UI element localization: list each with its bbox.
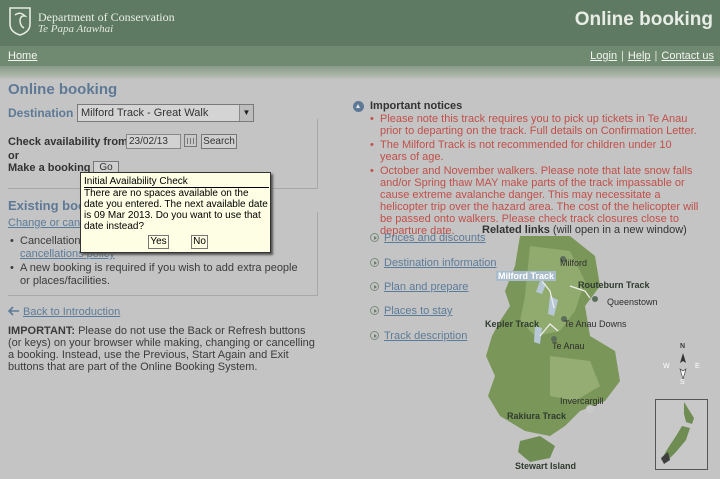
related-link-label: Destination information — [384, 257, 497, 269]
site-header: Department of Conservation Te Papa Atawh… — [0, 0, 720, 46]
notices-title: Important notices — [370, 100, 463, 112]
related-link-destination[interactable]: Destination information — [370, 257, 497, 269]
availability-dialog: Initial Availability Check There are no … — [80, 172, 271, 253]
map-label-kepler-track[interactable]: Kepler Track — [485, 319, 539, 329]
compass-icon: N S E W — [655, 343, 705, 389]
notice-up-icon[interactable] — [353, 101, 364, 112]
date-input[interactable]: 23/02/13 — [126, 134, 181, 149]
nav-separator: | — [654, 50, 658, 62]
nav-right-links: Login | Help | Contact us — [590, 50, 714, 62]
related-links-title: Related links (will open in a new window… — [482, 224, 687, 236]
notice-item: The Milford Track is not recommended for… — [370, 139, 700, 163]
related-link-prices[interactable]: Prices and discounts — [370, 232, 486, 244]
related-links-heading: Related links — [482, 224, 550, 236]
nav-login-link[interactable]: Login — [590, 50, 617, 62]
dialog-message: There are no spaces available on the dat… — [84, 188, 268, 232]
related-link-label: Places to stay — [384, 305, 453, 317]
compass-west: W — [663, 363, 670, 370]
arrow-right-icon — [370, 258, 379, 267]
notice-item: Please note this track requires you to p… — [370, 113, 700, 137]
or-label: or — [8, 150, 19, 162]
destination-select[interactable]: Milford Track - Great Walk ▼ — [77, 104, 254, 122]
map-label-milford-track[interactable]: Milford Track — [496, 271, 557, 281]
map-label-te-anau: Te Anau — [552, 341, 585, 351]
back-arrow-icon — [8, 306, 19, 316]
compass-north: N — [680, 343, 686, 350]
compass-east: E — [695, 363, 700, 370]
map-label-te-anau-downs: Te Anau Downs — [564, 319, 627, 329]
destination-label: Destination — [8, 106, 74, 120]
org-maori-name: Te Papa Atawhai — [38, 23, 114, 35]
back-to-introduction-link[interactable]: Back to Introduction — [23, 306, 120, 318]
dialog-title: Initial Availability Check — [84, 176, 269, 188]
check-availability-label: Check availability from — [8, 136, 128, 148]
arrow-right-icon — [370, 306, 379, 315]
related-link-label: Plan and prepare — [384, 281, 469, 293]
doc-logo-icon — [9, 7, 31, 36]
compass-south: S — [680, 379, 685, 386]
notices-list: Please note this track requires you to p… — [370, 113, 700, 239]
make-booking-label: Make a booking — [8, 162, 91, 174]
destination-selected-value: Milford Track - Great Walk — [81, 107, 209, 119]
yes-button[interactable]: Yes — [148, 235, 169, 249]
nav-contact-link[interactable]: Contact us — [661, 50, 714, 62]
important-label: IMPORTANT: — [8, 325, 76, 337]
map-label-rakiura-track[interactable]: Rakiura Track — [507, 411, 566, 421]
arrow-right-icon — [370, 233, 379, 242]
nav-home-link[interactable]: Home — [8, 50, 37, 62]
page-title: Online booking — [8, 81, 118, 98]
map-label-routeburn-track[interactable]: Routeburn Track — [578, 280, 650, 290]
nav-bar: Home Login | Help | Contact us — [0, 46, 720, 66]
no-button[interactable]: No — [191, 235, 208, 249]
related-link-plan[interactable]: Plan and prepare — [370, 281, 468, 293]
map-label-invercargill: Invercargill — [560, 396, 604, 406]
nav-separator: | — [621, 50, 624, 62]
nav-help-link[interactable]: Help — [628, 50, 651, 62]
search-button[interactable]: Search — [201, 134, 237, 149]
decorative-banner — [0, 66, 720, 80]
map-label-stewart-island: Stewart Island — [515, 461, 577, 471]
related-link-places[interactable]: Places to stay — [370, 305, 452, 317]
important-warning: IMPORTANT: Please do not use the Back or… — [8, 325, 318, 373]
calendar-icon[interactable] — [184, 134, 197, 147]
nz-inset-map — [655, 399, 708, 470]
related-link-label: Track description — [384, 330, 468, 342]
header-title: Online booking — [574, 9, 713, 30]
list-item: A new booking is required if you wish to… — [8, 262, 308, 288]
related-links-note: (will open in a new window) — [549, 224, 687, 236]
chevron-down-icon[interactable]: ▼ — [239, 105, 253, 121]
map-label-queenstown: Queenstown — [607, 297, 658, 307]
related-link-label: Prices and discounts — [384, 232, 486, 244]
arrow-right-icon — [370, 331, 379, 340]
related-link-track-description[interactable]: Track description — [370, 330, 467, 342]
arrow-right-icon — [370, 282, 379, 291]
map-label-milford: Milford — [560, 258, 588, 268]
